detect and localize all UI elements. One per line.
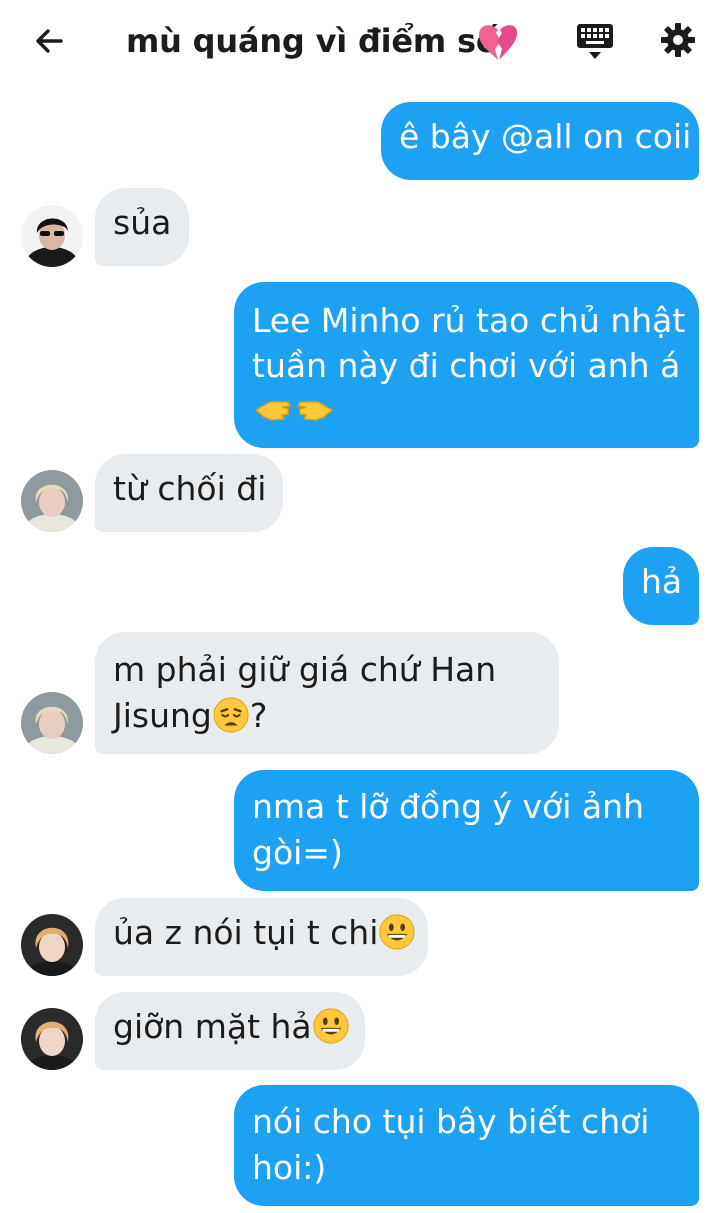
chat-header: mù quáng vì điểm số: [0, 0, 720, 82]
message-text: nói cho tụi bây biết chơi: [252, 1102, 650, 1141]
avatar-orange-hair: [21, 1008, 83, 1070]
message-text: m phải giữ giá chứ Han: [113, 650, 497, 689]
message-bubble-incoming[interactable]: sủa: [95, 188, 189, 266]
avatar[interactable]: [21, 1008, 83, 1070]
message-bubble-incoming[interactable]: m phải giữ giá chứ Han Jisung ?: [95, 632, 559, 754]
avatar-blond-hair: [21, 470, 83, 532]
grinning-face-icon: [313, 1008, 349, 1044]
avatar[interactable]: [21, 205, 83, 267]
message-text: từ chối đi: [113, 469, 267, 508]
pointing-hands-icon: [252, 388, 681, 433]
avatar-blond-hair: [21, 692, 83, 754]
weary-face-icon: [213, 697, 249, 733]
settings-button[interactable]: [654, 16, 702, 64]
message-text: nma t lỡ đồng ý với ảnh: [252, 787, 644, 826]
arrow-left-icon: [36, 29, 63, 53]
keyboard-button[interactable]: [572, 18, 618, 64]
avatar[interactable]: [21, 914, 83, 976]
avatar-dark-hair-sunglasses: [21, 205, 83, 267]
grinning-face-icon: [379, 914, 415, 950]
back-button[interactable]: [26, 18, 72, 64]
message-text: giỡn mặt hả: [113, 1007, 312, 1046]
message-text: ?: [249, 696, 268, 735]
message-text: hả: [641, 562, 683, 601]
avatar-orange-hair: [21, 914, 83, 976]
message-bubble-outgoing[interactable]: ê bây @all on coii: [381, 102, 699, 180]
gear-icon: [661, 23, 695, 57]
message-text: tuần này đi chơi với anh á: [252, 346, 681, 385]
keyboard-icon: [577, 24, 613, 59]
message-text: ê bây @all on coii: [399, 117, 692, 156]
message-bubble-incoming[interactable]: giỡn mặt hả: [95, 992, 365, 1070]
broken-heart-icon: [478, 25, 518, 60]
message-bubble-incoming[interactable]: ủa z nói tụi t chi: [95, 898, 428, 976]
message-text: Lee Minho rủ tao chủ nhật: [252, 301, 686, 340]
avatar[interactable]: [21, 470, 83, 532]
message-text: sủa: [113, 203, 172, 242]
message-text: gòi=): [252, 833, 343, 872]
message-bubble-outgoing[interactable]: Lee Minho rủ tao chủ nhật tuần này đi ch…: [234, 282, 699, 448]
message-text: ủa z nói tụi t chi: [113, 913, 379, 952]
avatar[interactable]: [21, 692, 83, 754]
message-text: Jisung: [113, 696, 212, 735]
message-bubble-outgoing[interactable]: hả: [623, 547, 699, 625]
message-text: hoi:): [252, 1148, 327, 1187]
chat-title: mù quáng vì điểm số: [126, 22, 498, 60]
message-bubble-outgoing[interactable]: nma t lỡ đồng ý với ảnh gòi=): [234, 770, 699, 891]
message-bubble-incoming[interactable]: từ chối đi: [95, 454, 283, 532]
message-bubble-outgoing[interactable]: nói cho tụi bây biết chơi hoi:): [234, 1085, 699, 1206]
